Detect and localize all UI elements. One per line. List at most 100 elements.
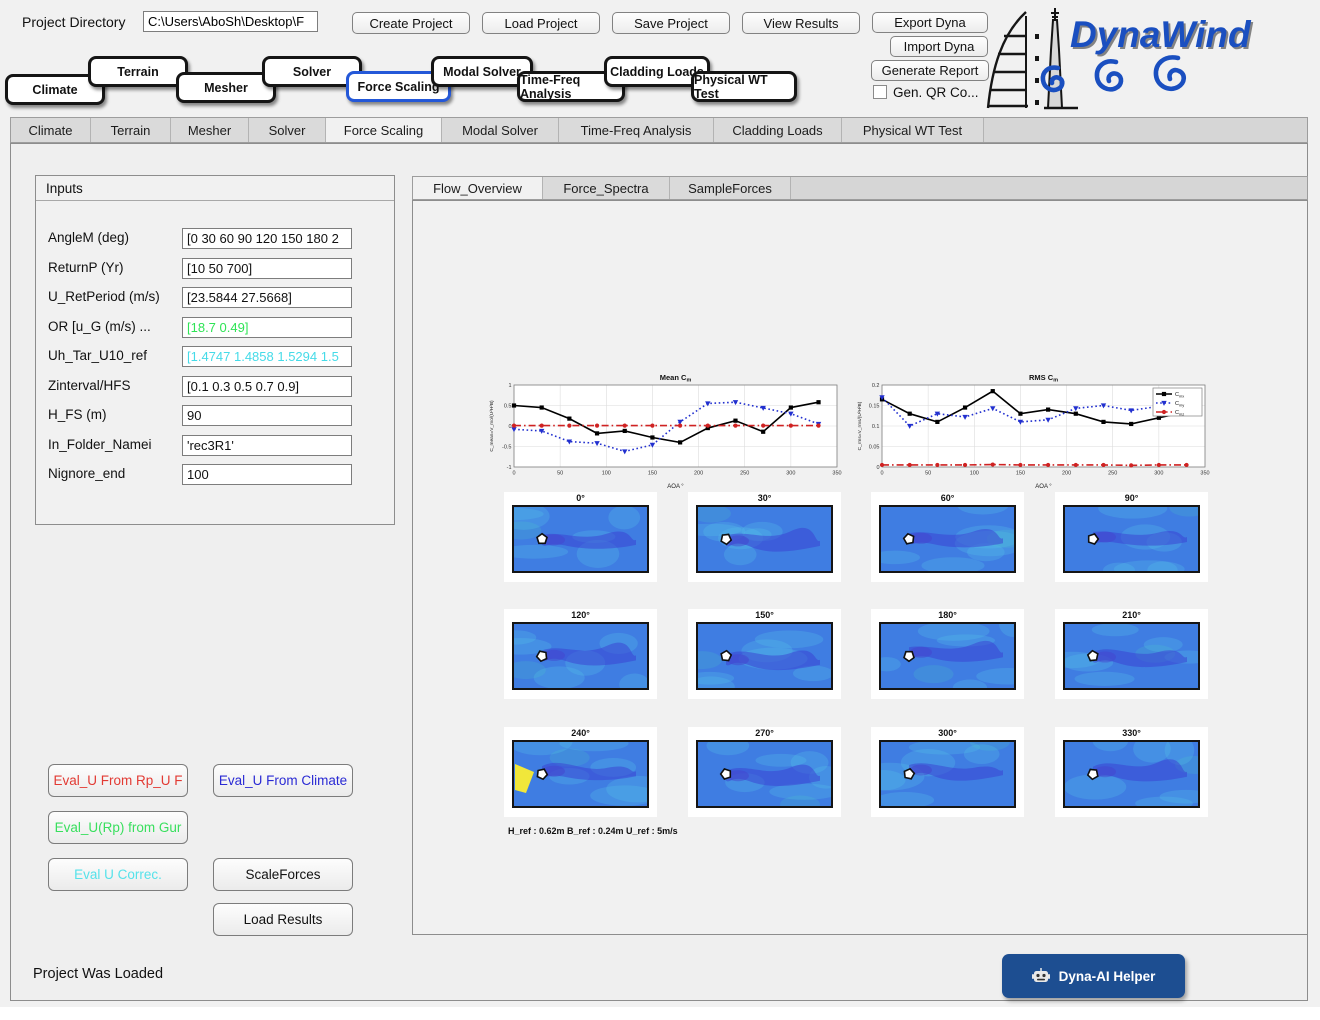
input-label-2: U_RetPeriod (m/s) — [48, 289, 160, 304]
dynawind-logo: DynaWind — [982, 6, 1312, 114]
tab-physical-wt-test[interactable]: Physical WT Test — [842, 118, 984, 142]
tab-cladding-loads[interactable]: Cladding Loads — [714, 118, 842, 142]
tab-force-scaling[interactable]: Force Scaling — [326, 118, 442, 142]
flow-field-image — [1063, 740, 1208, 813]
subtab-force-spectra[interactable]: Force_Spectra — [543, 177, 670, 199]
header-button-view-results[interactable]: View Results — [742, 12, 860, 34]
flow-field-image — [512, 505, 657, 578]
flow-image-tile-210: 210° — [1055, 609, 1208, 699]
input-field-5[interactable] — [182, 376, 352, 397]
flow-angle-label: 150° — [688, 609, 841, 622]
main-tabstrip: ClimateTerrainMesherSolverForce ScalingM… — [10, 117, 1308, 143]
input-field-0[interactable] — [182, 228, 352, 249]
flow-image-tile-300: 300° — [871, 727, 1024, 817]
window-bottom-strip — [0, 1007, 1320, 1020]
flow-field-image — [1063, 505, 1208, 578]
flow-angle-label: 210° — [1055, 609, 1208, 622]
action-button-load-results[interactable]: Load Results — [213, 903, 353, 936]
input-field-8[interactable] — [182, 464, 352, 485]
input-field-7[interactable] — [182, 435, 352, 456]
flow-field-image — [512, 740, 657, 813]
flow-field-image — [879, 505, 1024, 578]
header-button-load-project[interactable]: Load Project — [482, 12, 600, 34]
flow-field-image — [879, 740, 1024, 813]
flow-image-tile-240: 240° — [504, 727, 657, 817]
flow-image-tile-60: 60° — [871, 492, 1024, 582]
input-field-3[interactable] — [182, 317, 352, 338]
svg-text:100: 100 — [970, 471, 979, 477]
gen-qr-checkbox[interactable] — [873, 85, 887, 99]
action-button-eval-u-from-rp-u-f[interactable]: Eval_U From Rp_U F — [48, 764, 188, 797]
input-field-1[interactable] — [182, 258, 352, 279]
subtab-sampleforces[interactable]: SampleForces — [670, 177, 791, 199]
svg-text:200: 200 — [694, 471, 703, 477]
svg-text:Cmz: Cmz — [1175, 410, 1184, 417]
input-field-6[interactable] — [182, 405, 352, 426]
rms-cm-chart: 05010015020025030035000.050.10.150.2RMS … — [854, 371, 1212, 491]
dyna-ai-helper-label: Dyna-AI Helper — [1059, 969, 1156, 984]
tab-solver[interactable]: Solver — [249, 118, 326, 142]
workflow-button-terrain[interactable]: Terrain — [88, 56, 188, 87]
action-button-eval-u-from-climate[interactable]: Eval_U From Climate — [213, 764, 353, 797]
tab-time-freq-analysis[interactable]: Time-Freq Analysis — [559, 118, 714, 142]
svg-text:300: 300 — [786, 471, 795, 477]
flow-field-image — [696, 505, 841, 578]
svg-text:C_mean=V_mo/(U²H²B): C_mean=V_mo/(U²H²B) — [489, 400, 495, 452]
app-window: Project Directory Gen. QR Co... — [0, 0, 1320, 1020]
svg-text:AOA °: AOA ° — [1035, 484, 1052, 490]
svg-text:50: 50 — [925, 471, 931, 477]
flow-image-tile-180: 180° — [871, 609, 1024, 699]
dyna-ai-helper-button[interactable]: Dyna-AI Helper — [1002, 954, 1185, 998]
svg-text:0: 0 — [876, 465, 879, 471]
input-label-5: Zinterval/HFS — [48, 378, 131, 393]
flow-angle-label: 90° — [1055, 492, 1208, 505]
action-button-eval-u-correc-[interactable]: Eval U Correc. — [48, 858, 188, 891]
input-field-2[interactable] — [182, 287, 352, 308]
tab-mesher[interactable]: Mesher — [171, 118, 249, 142]
wind-swirl-icons — [1043, 57, 1184, 90]
flow-image-tile-330: 330° — [1055, 727, 1208, 817]
action-button-scaleforces[interactable]: ScaleForces — [213, 858, 353, 891]
input-label-4: Uh_Tar_U10_ref — [48, 348, 147, 363]
svg-text:200: 200 — [1062, 471, 1071, 477]
svg-text:Cmy: Cmy — [1175, 401, 1184, 408]
workflow-button-mesher[interactable]: Mesher — [176, 72, 276, 103]
svg-text:C_rms=V_rms/(U²H²B): C_rms=V_rms/(U²H²B) — [857, 401, 863, 450]
input-label-7: In_Folder_Namei — [48, 437, 152, 452]
action-button-eval-u-rp-from-gur[interactable]: Eval_U(Rp) from Gur — [48, 811, 188, 844]
input-field-4[interactable] — [182, 346, 352, 367]
flow-angle-label: 30° — [688, 492, 841, 505]
header-button-generate-report[interactable]: Generate Report — [871, 60, 989, 81]
flow-angle-label: 330° — [1055, 727, 1208, 740]
status-message: Project Was Loaded — [33, 966, 163, 982]
tab-climate[interactable]: Climate — [11, 118, 91, 142]
tab-terrain[interactable]: Terrain — [91, 118, 171, 142]
flow-field-image — [512, 622, 657, 695]
flow-angle-label: 0° — [504, 492, 657, 505]
workflow-button-physical-wt-test[interactable]: Physical WT Test — [691, 71, 797, 102]
project-directory-input[interactable] — [143, 11, 318, 32]
right-tabstrip: Flow_OverviewForce_SpectraSampleForces — [412, 176, 1308, 200]
svg-text:150: 150 — [648, 471, 657, 477]
input-label-3: OR [u_G (m/s) ... — [48, 319, 151, 334]
mean-cm-chart: 050100150200250300350-1-0.500.51Mean CmA… — [486, 371, 844, 491]
svg-text:300: 300 — [1154, 471, 1163, 477]
svg-text:0: 0 — [880, 471, 883, 477]
flow-field-image — [1063, 622, 1208, 695]
svg-text:100: 100 — [602, 471, 611, 477]
header-button-export-dyna[interactable]: Export Dyna — [872, 12, 988, 33]
svg-text:-0.5: -0.5 — [502, 445, 511, 451]
header-button-save-project[interactable]: Save Project — [612, 12, 730, 34]
svg-text:AOA °: AOA ° — [667, 484, 684, 490]
input-label-0: AngleM (deg) — [48, 230, 129, 245]
header-button-create-project[interactable]: Create Project — [352, 12, 470, 34]
svg-text:250: 250 — [1108, 471, 1117, 477]
svg-text:0.05: 0.05 — [869, 445, 880, 451]
subtab-flow-overview[interactable]: Flow_Overview — [413, 177, 543, 199]
svg-text:RMS Cm: RMS Cm — [1029, 373, 1058, 384]
header-button-import-dyna[interactable]: Import Dyna — [890, 36, 988, 57]
svg-text:350: 350 — [1200, 471, 1209, 477]
tab-modal-solver[interactable]: Modal Solver — [442, 118, 559, 142]
flow-field-image — [696, 740, 841, 813]
svg-text:0.1: 0.1 — [872, 424, 880, 430]
